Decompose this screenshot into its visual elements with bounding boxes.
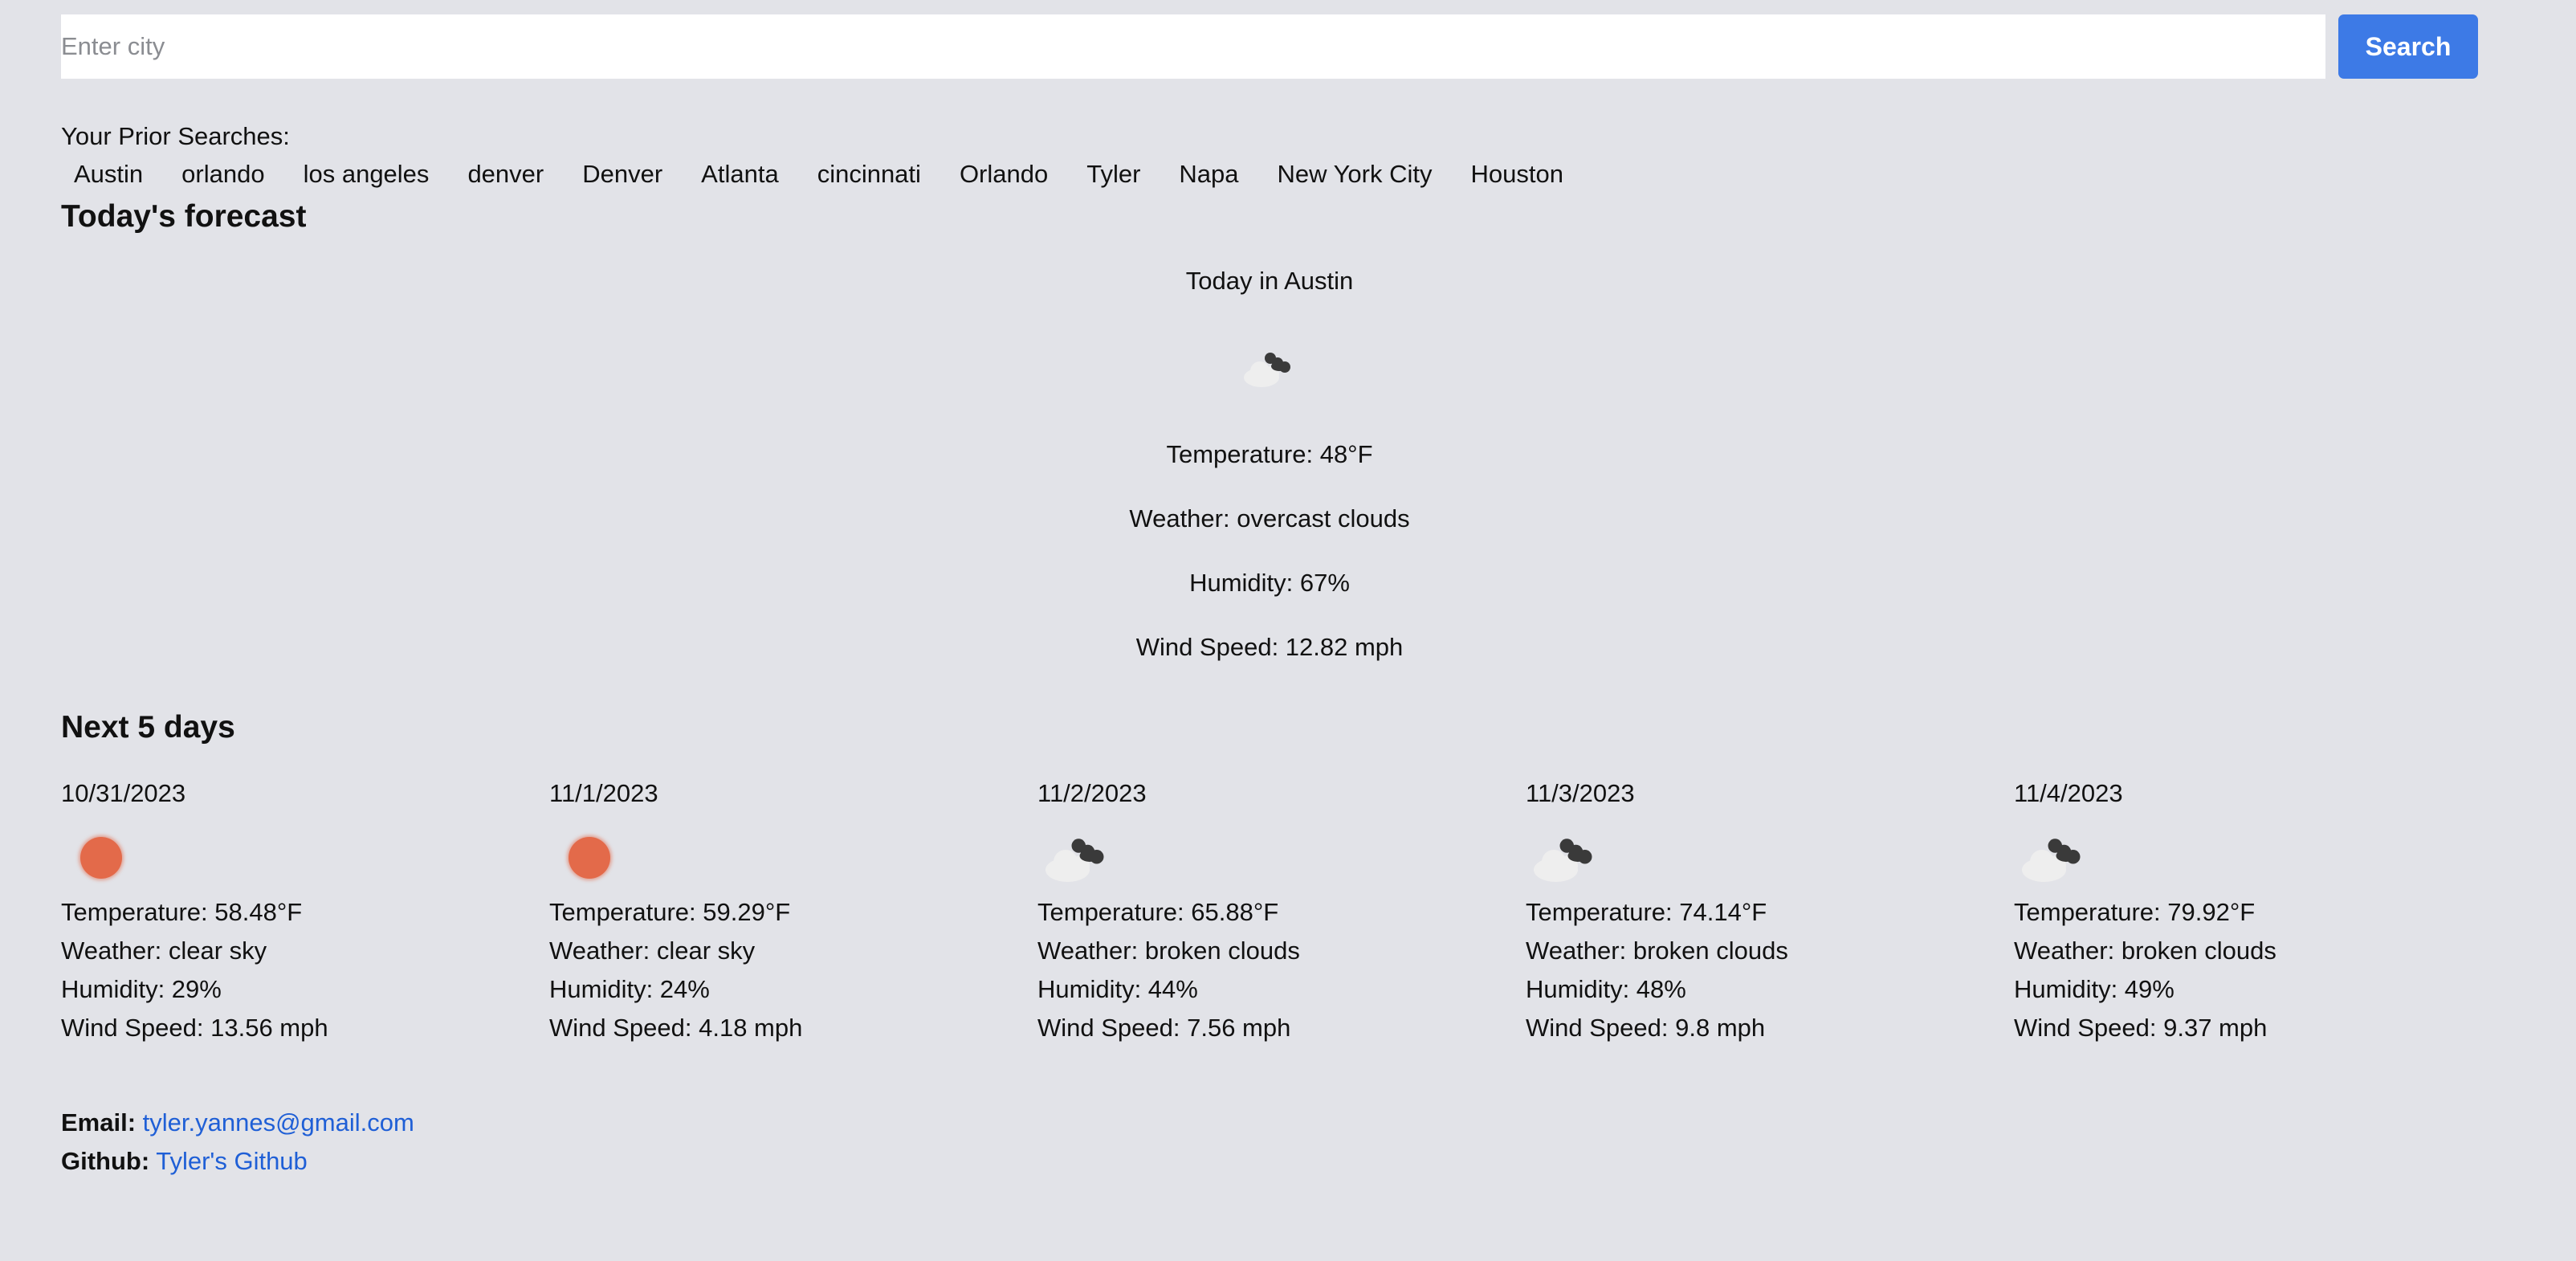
forecast-humidity: Humidity: 24% — [549, 975, 710, 1003]
prior-search-item[interactable]: Atlanta — [701, 158, 779, 190]
forecast-weather: Weather: clear sky — [549, 937, 756, 965]
today-icon-wrap — [61, 342, 2478, 406]
forecast-weather: Weather: broken clouds — [1037, 937, 1300, 965]
forecast-temperature: Temperature: 59.29°F — [549, 898, 791, 926]
forecast-icon-wrap — [2014, 826, 2094, 890]
broken-clouds-icon — [2022, 839, 2081, 882]
today-wind-speed: Wind Speed: 12.82 mph — [1135, 633, 1404, 661]
forecast-icon-wrap — [1526, 826, 1606, 890]
forecast-humidity: Humidity: 49% — [2014, 975, 2175, 1003]
forecast-humidity: Humidity: 44% — [1037, 975, 1198, 1003]
forecast-weather: Weather: broken clouds — [2014, 937, 2276, 965]
forecast-date: 11/1/2023 — [549, 779, 658, 807]
prior-search-item[interactable]: Orlando — [960, 158, 1048, 190]
forecast-temperature: Temperature: 58.48°F — [61, 898, 303, 926]
forecast-wind-speed: Wind Speed: 9.8 mph — [1526, 1014, 1766, 1042]
contact-footer: Email: tyler.yannes@gmail.com Github: Ty… — [61, 1104, 414, 1181]
broken-clouds-icon — [1045, 839, 1104, 882]
clear-sky-icon — [569, 837, 610, 879]
prior-search-item[interactable]: cincinnati — [817, 158, 921, 190]
prior-search-item[interactable]: los angeles — [304, 158, 430, 190]
prior-search-item[interactable]: Tyler — [1086, 158, 1140, 190]
forecast-icon-wrap — [1037, 826, 1118, 890]
forecast-date: 11/2/2023 — [1037, 779, 1147, 807]
prior-search-item[interactable]: Denver — [582, 158, 662, 190]
forecast-temperature: Temperature: 65.88°F — [1037, 898, 1279, 926]
today-weather: Weather: overcast clouds — [1129, 504, 1410, 533]
prior-searches-label: Your Prior Searches: — [61, 122, 290, 150]
prior-search-item[interactable]: New York City — [1278, 158, 1433, 190]
email-label: Email: — [61, 1108, 137, 1137]
forecast-weather: Weather: clear sky — [61, 937, 267, 965]
search-button[interactable]: Search — [2338, 14, 2478, 79]
forecast-temperature: Temperature: 74.14°F — [1526, 898, 1767, 926]
forecast-wind-speed: Wind Speed: 7.56 mph — [1037, 1014, 1291, 1042]
github-label: Github: — [61, 1147, 150, 1175]
forecast-date: 11/4/2023 — [2014, 779, 2123, 807]
forecast-wind-speed: Wind Speed: 9.37 mph — [2014, 1014, 2268, 1042]
forecast-date: 11/3/2023 — [1526, 779, 1635, 807]
email-row: Email: tyler.yannes@gmail.com — [61, 1104, 414, 1142]
forecast-wind-speed: Wind Speed: 4.18 mph — [549, 1014, 803, 1042]
broken-clouds-icon — [1244, 353, 1290, 387]
forecast-days: 10/31/2023 Temperature: 58.48°F Weather:… — [61, 777, 2478, 1051]
forecast-weather: Weather: broken clouds — [1526, 937, 1788, 965]
next-5-days-heading: Next 5 days — [61, 710, 235, 745]
clear-sky-icon — [80, 837, 122, 879]
github-link[interactable]: Tyler's Github — [156, 1147, 308, 1175]
forecast-icon-wrap — [549, 826, 630, 890]
forecast-icon-wrap — [61, 826, 141, 890]
forecast-humidity: Humidity: 48% — [1526, 975, 1686, 1003]
forecast-temperature: Temperature: 79.92°F — [2014, 898, 2256, 926]
github-row: Github: Tyler's Github — [61, 1142, 414, 1181]
city-search-input[interactable] — [61, 14, 2325, 79]
prior-searches-list: Austin orlando los angeles denver Denver… — [74, 158, 1563, 190]
forecast-humidity: Humidity: 29% — [61, 975, 222, 1003]
forecast-wind-speed: Wind Speed: 13.56 mph — [61, 1014, 328, 1042]
today-title: Today in Austin — [1185, 267, 1354, 295]
broken-clouds-icon — [1534, 839, 1592, 882]
search-bar: Search — [61, 14, 2478, 79]
forecast-date: 10/31/2023 — [61, 779, 186, 807]
prior-search-item[interactable]: orlando — [181, 158, 264, 190]
prior-search-item[interactable]: Houston — [1471, 158, 1563, 190]
todays-forecast-heading: Today's forecast — [61, 199, 307, 234]
prior-search-item[interactable]: Austin — [74, 158, 143, 190]
today-humidity: Humidity: 67% — [1189, 569, 1350, 597]
email-link[interactable]: tyler.yannes@gmail.com — [143, 1108, 414, 1137]
prior-search-item[interactable]: Napa — [1179, 158, 1238, 190]
prior-search-item[interactable]: denver — [467, 158, 544, 190]
today-temperature: Temperature: 48°F — [1166, 440, 1373, 468]
